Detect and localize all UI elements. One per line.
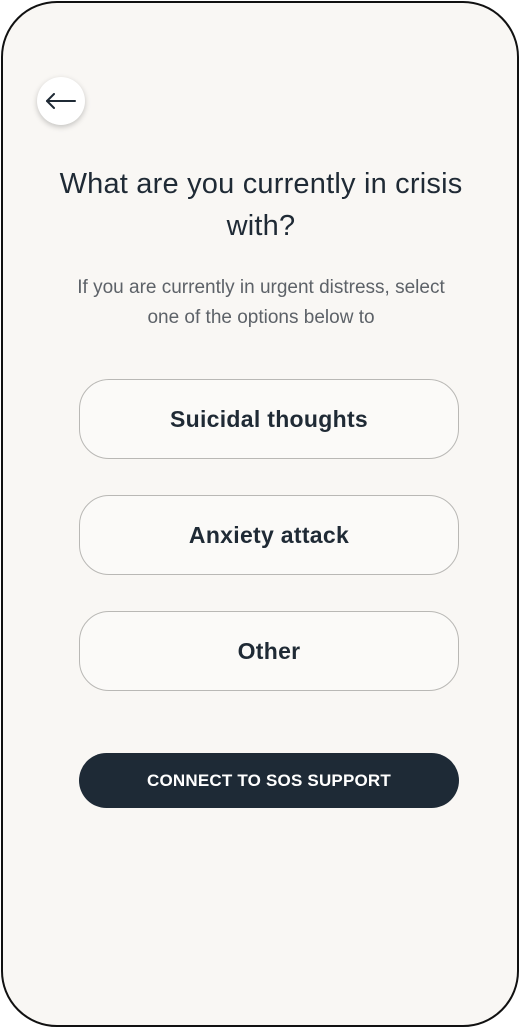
option-suicidal-thoughts-button[interactable]: Suicidal thoughts <box>79 379 459 459</box>
page-title: What are you currently in crisis with? <box>59 168 463 242</box>
back-button[interactable] <box>37 77 85 125</box>
option-other-button[interactable]: Other <box>79 611 459 691</box>
page-subtitle: If you are currently in urgent distress,… <box>77 277 445 328</box>
arrow-left-icon <box>45 93 77 109</box>
phone-screen: What are you currently in crisis with? I… <box>1 1 519 1027</box>
option-anxiety-attack-button[interactable]: Anxiety attack <box>79 495 459 575</box>
connect-sos-support-button[interactable]: CONNECT TO SOS SUPPORT <box>79 753 459 808</box>
